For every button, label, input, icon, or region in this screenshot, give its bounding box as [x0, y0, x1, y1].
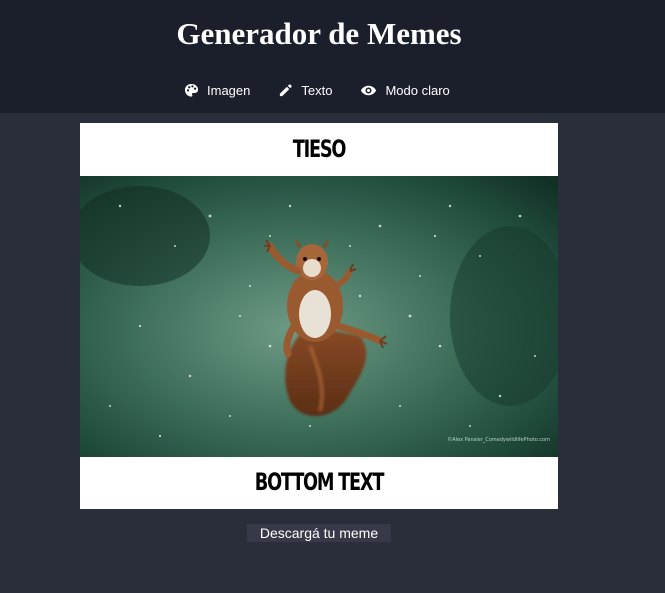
pencil-icon	[280, 83, 293, 96]
meme-image: ©Alex Pansier_ComedywildlifePhoto.com	[80, 176, 558, 457]
download-button[interactable]: Descargá tu meme	[247, 524, 391, 542]
header: Generador de Memes Imagen Texto Modo cla…	[0, 0, 665, 113]
nav-bar: Imagen Texto Modo claro	[184, 79, 478, 101]
nav-item-modo-claro[interactable]: Modo claro	[360, 82, 450, 98]
meme-canvas: TIESO ©Alex Pansier_ComedywildlifePhoto.…	[80, 123, 558, 509]
palette-icon	[184, 83, 199, 97]
nav-item-label: Texto	[301, 82, 333, 98]
meme-bottom-text: BOTTOM TEXT	[254, 468, 385, 496]
nav-item-texto[interactable]: Texto	[278, 83, 332, 98]
page-title: Generador de Memes	[176, 16, 462, 51]
meme-top-text: TIESO	[292, 135, 347, 163]
nav-item-label: Imagen	[207, 82, 251, 98]
eye-icon	[361, 85, 377, 95]
nav-item-label: Modo claro	[385, 82, 450, 98]
image-credit: ©Alex Pansier_ComedywildlifePhoto.com	[447, 436, 550, 443]
nav-item-imagen[interactable]: Imagen	[184, 83, 250, 98]
squirrel-photo: ©Alex Pansier_ComedywildlifePhoto.com	[80, 176, 558, 457]
